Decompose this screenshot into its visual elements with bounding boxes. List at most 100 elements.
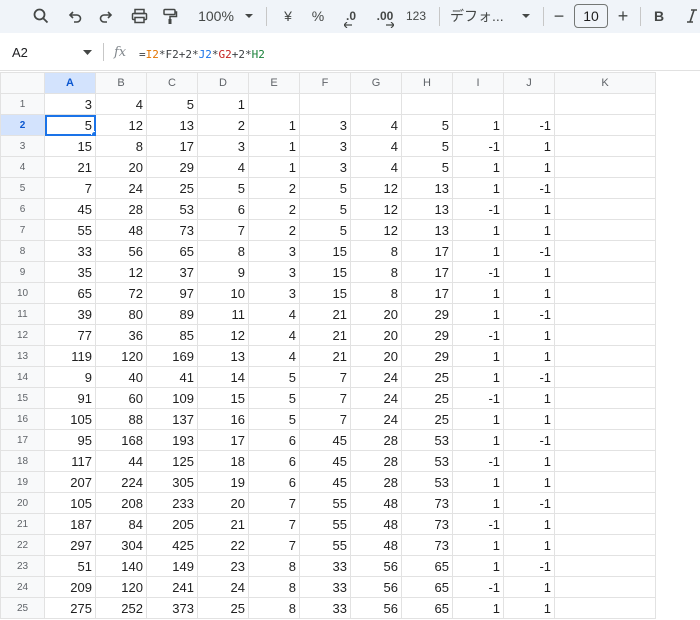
- cell-j3[interactable]: 1: [503, 135, 555, 157]
- cell-c3[interactable]: 17: [146, 135, 198, 157]
- cell-a13[interactable]: 119: [44, 345, 96, 367]
- cell-c14[interactable]: 41: [146, 366, 198, 388]
- cell-e21[interactable]: 7: [248, 513, 300, 535]
- cell-f14[interactable]: 7: [299, 366, 351, 388]
- cell-f10[interactable]: 15: [299, 282, 351, 304]
- cell-c10[interactable]: 97: [146, 282, 198, 304]
- cell-c11[interactable]: 89: [146, 303, 198, 325]
- cell-f25[interactable]: 33: [299, 597, 351, 619]
- cell-i23[interactable]: 1: [452, 555, 504, 577]
- cell-a4[interactable]: 21: [44, 156, 96, 178]
- cell-k22[interactable]: [554, 534, 656, 556]
- cell-e10[interactable]: 3: [248, 282, 300, 304]
- cell-h1[interactable]: [401, 93, 453, 115]
- cell-g19[interactable]: 28: [350, 471, 402, 493]
- cell-k12[interactable]: [554, 324, 656, 346]
- cell-j9[interactable]: 1: [503, 261, 555, 283]
- cell-k25[interactable]: [554, 597, 656, 619]
- cell-h19[interactable]: 53: [401, 471, 453, 493]
- cell-k13[interactable]: [554, 345, 656, 367]
- cell-h3[interactable]: 5: [401, 135, 453, 157]
- cell-g25[interactable]: 56: [350, 597, 402, 619]
- cell-b6[interactable]: 28: [95, 198, 147, 220]
- cell-f1[interactable]: [299, 93, 351, 115]
- cell-k1[interactable]: [554, 93, 656, 115]
- zoom-select[interactable]: 100%: [193, 4, 239, 28]
- cell-k4[interactable]: [554, 156, 656, 178]
- cell-h16[interactable]: 25: [401, 408, 453, 430]
- cell-d10[interactable]: 10: [197, 282, 249, 304]
- font-dropdown-icon[interactable]: [519, 4, 533, 28]
- cell-k14[interactable]: [554, 366, 656, 388]
- currency-format-button[interactable]: ¥: [279, 4, 297, 28]
- cell-j19[interactable]: 1: [503, 471, 555, 493]
- name-box-dropdown-icon[interactable]: [83, 50, 92, 55]
- cell-d17[interactable]: 17: [197, 429, 249, 451]
- cell-h9[interactable]: 17: [401, 261, 453, 283]
- cell-c20[interactable]: 233: [146, 492, 198, 514]
- cell-j23[interactable]: -1: [503, 555, 555, 577]
- cell-i5[interactable]: 1: [452, 177, 504, 199]
- increase-decimal-button[interactable]: .00: [370, 4, 400, 28]
- row-header[interactable]: 3: [0, 135, 45, 157]
- cell-g20[interactable]: 48: [350, 492, 402, 514]
- cell-d4[interactable]: 4: [197, 156, 249, 178]
- cell-j6[interactable]: 1: [503, 198, 555, 220]
- cell-g5[interactable]: 12: [350, 177, 402, 199]
- cell-f17[interactable]: 45: [299, 429, 351, 451]
- cell-e7[interactable]: 2: [248, 219, 300, 241]
- cell-i3[interactable]: -1: [452, 135, 504, 157]
- row-header[interactable]: 7: [0, 219, 45, 241]
- cell-i22[interactable]: 1: [452, 534, 504, 556]
- cell-f11[interactable]: 21: [299, 303, 351, 325]
- cell-d1[interactable]: 1: [197, 93, 249, 115]
- cell-c15[interactable]: 109: [146, 387, 198, 409]
- cell-i16[interactable]: 1: [452, 408, 504, 430]
- cell-a6[interactable]: 45: [44, 198, 96, 220]
- cell-g7[interactable]: 12: [350, 219, 402, 241]
- cell-h13[interactable]: 29: [401, 345, 453, 367]
- zoom-dropdown-icon[interactable]: [242, 4, 256, 28]
- redo-icon[interactable]: [95, 4, 117, 28]
- cell-k9[interactable]: [554, 261, 656, 283]
- cell-k8[interactable]: [554, 240, 656, 262]
- cell-h21[interactable]: 73: [401, 513, 453, 535]
- cell-g4[interactable]: 4: [350, 156, 402, 178]
- cell-j15[interactable]: 1: [503, 387, 555, 409]
- cell-b15[interactable]: 60: [95, 387, 147, 409]
- cell-j14[interactable]: -1: [503, 366, 555, 388]
- search-menus-icon[interactable]: [30, 4, 52, 28]
- cell-k23[interactable]: [554, 555, 656, 577]
- paint-format-icon[interactable]: [159, 4, 181, 28]
- cell-e16[interactable]: 5: [248, 408, 300, 430]
- cell-j7[interactable]: 1: [503, 219, 555, 241]
- cell-b7[interactable]: 48: [95, 219, 147, 241]
- cell-b25[interactable]: 252: [95, 597, 147, 619]
- cell-g23[interactable]: 56: [350, 555, 402, 577]
- cell-h17[interactable]: 53: [401, 429, 453, 451]
- cell-b24[interactable]: 120: [95, 576, 147, 598]
- cell-h6[interactable]: 13: [401, 198, 453, 220]
- cell-j17[interactable]: -1: [503, 429, 555, 451]
- cell-k10[interactable]: [554, 282, 656, 304]
- cell-h18[interactable]: 53: [401, 450, 453, 472]
- cell-k20[interactable]: [554, 492, 656, 514]
- cell-a22[interactable]: 297: [44, 534, 96, 556]
- cell-i15[interactable]: -1: [452, 387, 504, 409]
- cell-c21[interactable]: 205: [146, 513, 198, 535]
- font-size-input[interactable]: 10: [574, 4, 608, 28]
- cell-g15[interactable]: 24: [350, 387, 402, 409]
- fill-handle[interactable]: [91, 131, 95, 135]
- cell-c2[interactable]: 13: [146, 114, 198, 136]
- column-header-g[interactable]: G: [350, 72, 402, 94]
- cell-b1[interactable]: 4: [95, 93, 147, 115]
- column-header-c[interactable]: C: [146, 72, 198, 94]
- cell-a20[interactable]: 105: [44, 492, 96, 514]
- cell-h7[interactable]: 13: [401, 219, 453, 241]
- cell-g1[interactable]: [350, 93, 402, 115]
- cell-g18[interactable]: 28: [350, 450, 402, 472]
- cell-f7[interactable]: 5: [299, 219, 351, 241]
- cell-k2[interactable]: [554, 114, 656, 136]
- cell-c4[interactable]: 29: [146, 156, 198, 178]
- cell-e12[interactable]: 4: [248, 324, 300, 346]
